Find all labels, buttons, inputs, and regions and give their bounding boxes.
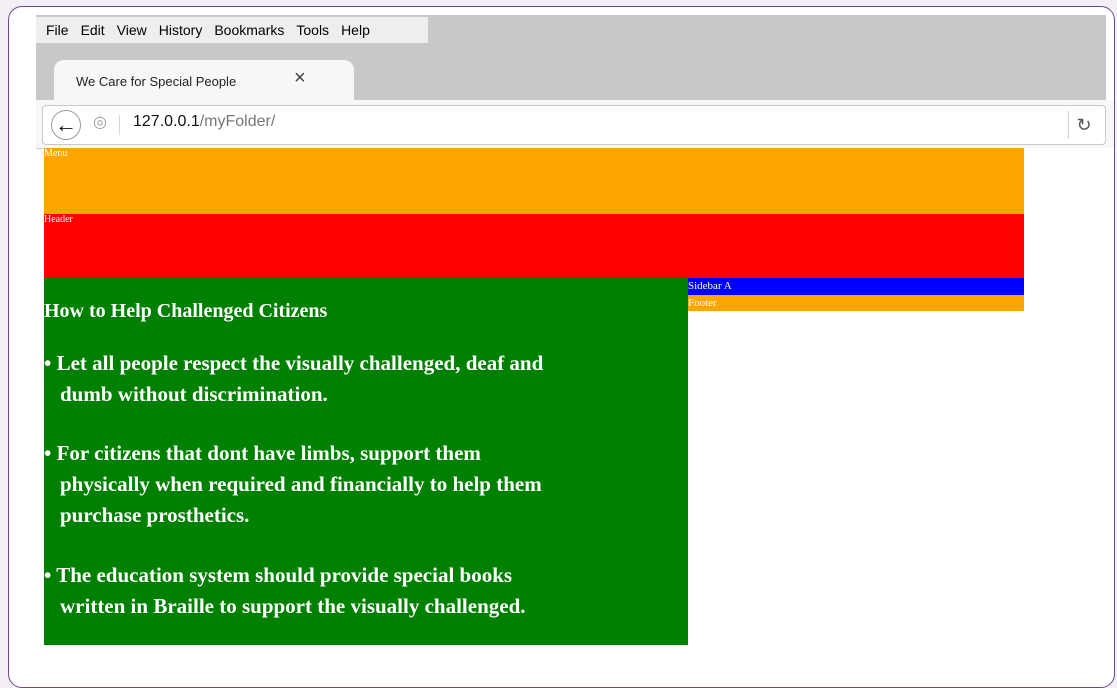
- bullet-point-1: • Let all people respect the visually ch…: [44, 348, 684, 410]
- menu-view[interactable]: View: [117, 22, 147, 38]
- footer-label: Footer: [688, 297, 717, 309]
- browser-tab[interactable]: We Care for Special People ×: [54, 60, 354, 102]
- globe-icon: ◎: [93, 114, 107, 131]
- menu-help[interactable]: Help: [341, 22, 370, 38]
- bullet-2-line-3: purchase prosthetics.: [60, 503, 250, 527]
- reload-button[interactable]: ↻: [1068, 111, 1099, 139]
- menu-history[interactable]: History: [159, 22, 203, 38]
- bullet-2-line-2: physically when required and financially…: [60, 472, 542, 496]
- bullet-point-2: • For citizens that dont have limbs, sup…: [44, 438, 684, 531]
- url-text[interactable]: 127.0.0.1/myFolder/: [133, 113, 275, 131]
- bullet-3-line-1: • The education system should provide sp…: [44, 563, 513, 587]
- sidebar-section: Sidebar A: [688, 278, 1024, 295]
- tab-title: We Care for Special People: [76, 73, 237, 89]
- address-bar[interactable]: ← ◎ 127.0.0.1/myFolder/ ↻: [42, 105, 1106, 145]
- bullet-1-line-1: • Let all people respect the visually ch…: [44, 351, 544, 375]
- header-label: Header: [44, 214, 73, 225]
- main-section: How to Help Challenged Citizens • Let al…: [44, 278, 688, 645]
- back-button[interactable]: ←: [51, 110, 81, 140]
- menu-edit[interactable]: Edit: [81, 22, 105, 38]
- menu-file[interactable]: File: [46, 22, 69, 38]
- page-content: Menu Header How to Help Challenged Citiz…: [44, 148, 1114, 668]
- menu-tools[interactable]: Tools: [296, 22, 329, 38]
- bullet-3-line-2: written in Braille to support the visual…: [60, 594, 526, 618]
- sidebar-label: Sidebar A: [688, 280, 732, 292]
- close-icon[interactable]: ×: [294, 68, 306, 88]
- url-host: 127.0.0.1: [133, 113, 200, 130]
- menu-section: Menu: [44, 148, 1024, 214]
- arrow-left-icon: ←: [55, 112, 77, 137]
- menu-bookmarks[interactable]: Bookmarks: [214, 22, 284, 38]
- navigation-bar: ← ◎ 127.0.0.1/myFolder/ ↻: [36, 100, 1114, 149]
- reload-icon: ↻: [1076, 114, 1092, 135]
- bullet-2-line-1: • For citizens that dont have limbs, sup…: [44, 441, 481, 465]
- header-section: Header: [44, 214, 1024, 278]
- url-separator: [119, 115, 120, 135]
- bullet-1-line-2: dumb without discrimination.: [60, 382, 328, 406]
- footer-section: Footer: [688, 295, 1024, 311]
- bullet-point-3: • The education system should provide sp…: [44, 560, 684, 622]
- url-path: /myFolder/: [199, 113, 276, 130]
- menu-label: Menu: [44, 148, 68, 159]
- menu-bar: File Edit View History Bookmarks Tools H…: [36, 17, 428, 43]
- main-title: How to Help Challenged Citizens: [44, 300, 328, 322]
